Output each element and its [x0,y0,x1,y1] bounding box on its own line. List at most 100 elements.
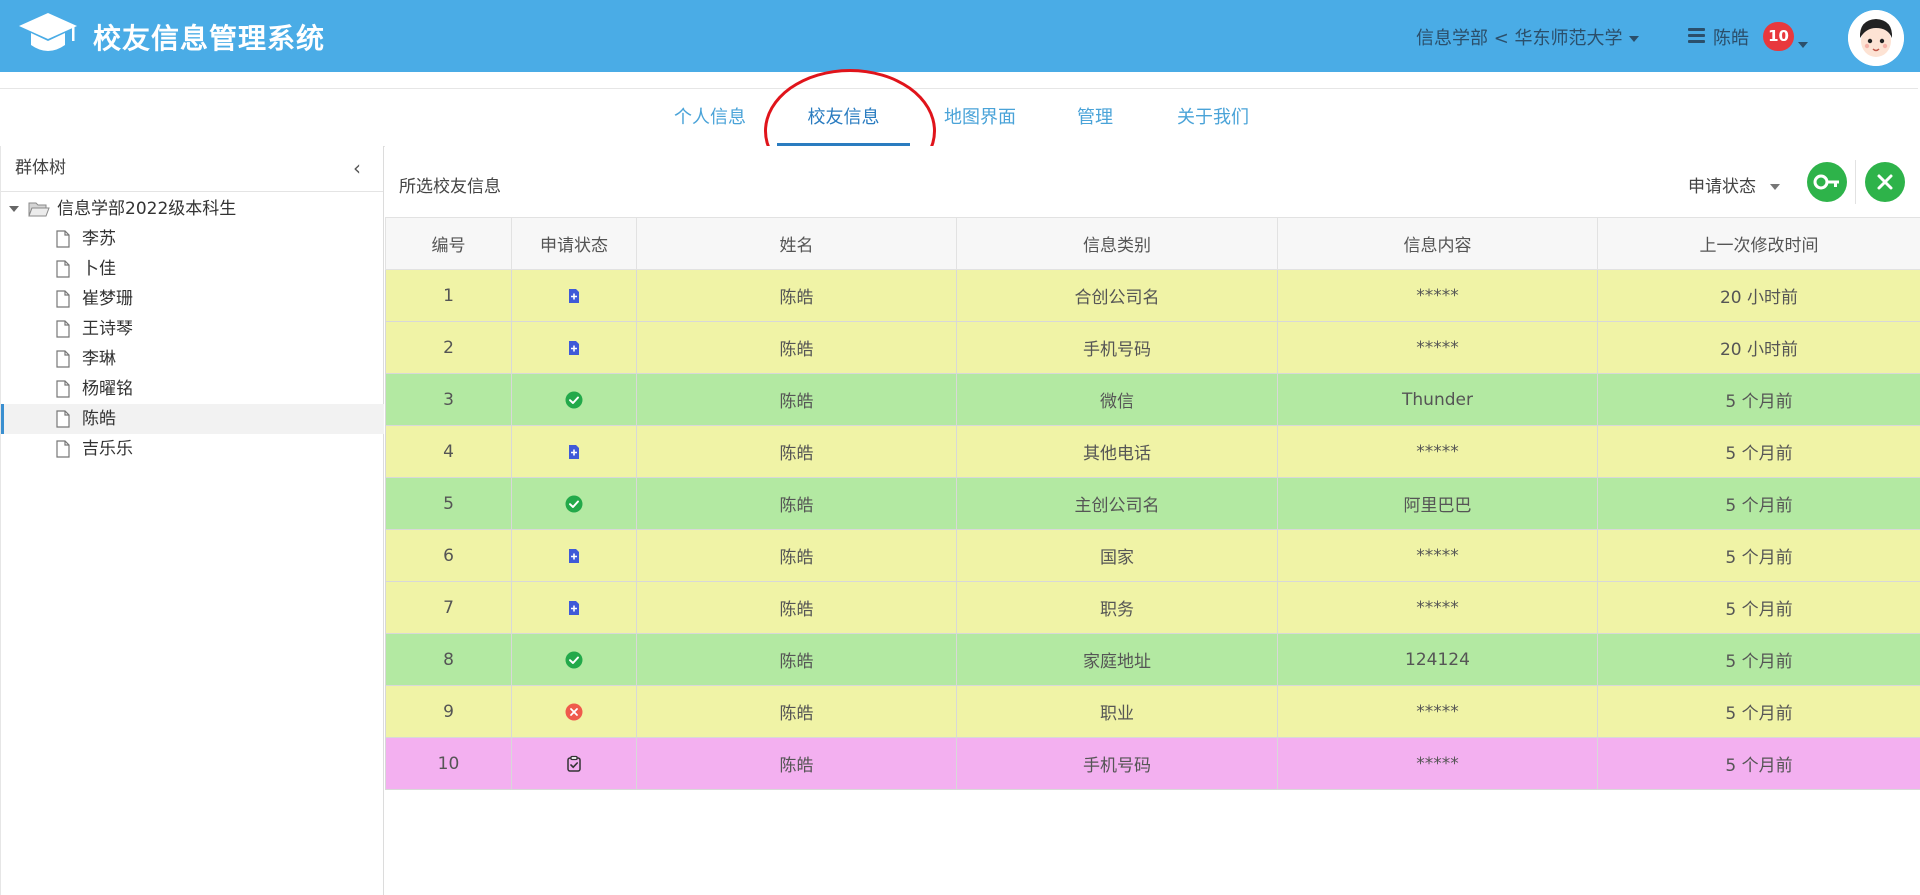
folder-open-icon [28,202,50,217]
cell-id: 3 [385,373,512,426]
cell-category: 国家 [956,529,1278,582]
chevron-down-icon [1770,184,1780,190]
column-header-category[interactable]: 信息类别 [956,217,1278,270]
check-circle-icon [565,651,583,668]
cell-category: 家庭地址 [956,633,1278,686]
cell-status [511,477,637,530]
column-header-status[interactable]: 申请状态 [511,217,637,270]
cell-name: 陈皓 [636,321,957,374]
cell-content: ***** [1277,685,1598,738]
cell-content: ***** [1277,269,1598,322]
column-header-name[interactable]: 姓名 [636,217,957,270]
pending-file-icon [569,600,579,615]
tab-map[interactable]: 地图界面 [942,89,1018,146]
close-icon [1877,174,1893,190]
cell-id: 5 [385,477,512,530]
cell-category: 其他电话 [956,425,1278,478]
app-title: 校友信息管理系统 [93,22,326,55]
document-icon [56,320,70,338]
table-row[interactable]: 6 陈皓 国家 ***** 5 个月前 [385,529,1920,582]
tree-root-node[interactable]: 信息学部2022级本科生 [1,194,384,224]
cell-content: ***** [1277,737,1598,790]
sidebar-title: 群体树 [15,158,66,178]
cell-id: 1 [385,269,512,322]
tab-alumni-info[interactable]: 校友信息 [777,89,910,146]
tree-item[interactable]: 王诗琴 [1,314,384,344]
menu-icon[interactable] [1688,28,1705,44]
cell-category: 手机号码 [956,321,1278,374]
cell-status [511,269,637,322]
cell-name: 陈皓 [636,425,957,478]
table-row[interactable]: 2 陈皓 手机号码 ***** 20 小时前 [385,321,1920,374]
key-icon [1813,174,1839,190]
cell-content: 阿里巴巴 [1277,477,1598,530]
status-filter-label: 申请状态 [1688,177,1756,197]
tree-item[interactable]: 崔梦珊 [1,284,384,314]
cell-status [511,633,637,686]
check-circle-icon [565,495,583,512]
cell-name: 陈皓 [636,581,957,634]
cell-category: 手机号码 [956,737,1278,790]
user-menu-toggle[interactable] [1798,34,1808,53]
tab-personal-info[interactable]: 个人信息 [672,89,748,146]
document-icon [56,260,70,278]
key-button[interactable] [1807,162,1847,202]
column-header-id[interactable]: 编号 [385,217,512,270]
cell-content: ***** [1277,321,1598,374]
tree-item-label: 杨曜铭 [82,379,133,399]
cell-status [511,529,637,582]
cell-status [511,373,637,426]
alumni-info-table: 编号 申请状态 姓名 信息类别 信息内容 上一次修改时间 1 陈皓 合创公司名 … [385,217,1920,790]
column-header-modified[interactable]: 上一次修改时间 [1597,217,1920,270]
table-row[interactable]: 1 陈皓 合创公司名 ***** 20 小时前 [385,269,1920,322]
tree-item[interactable]: 杨曜铭 [1,374,384,404]
collapse-chevron-icon[interactable]: ‹ [353,146,361,191]
tree-item-label: 崔梦珊 [82,289,133,309]
table-row[interactable]: 8 陈皓 家庭地址 124124 5 个月前 [385,633,1920,686]
table-row[interactable]: 4 陈皓 其他电话 ***** 5 个月前 [385,425,1920,478]
cell-category: 合创公司名 [956,269,1278,322]
cell-name: 陈皓 [636,373,957,426]
avatar-face-icon [1848,10,1904,66]
column-header-content[interactable]: 信息内容 [1277,217,1598,270]
expand-arrow-icon[interactable] [9,206,19,212]
tree-item-label: 陈皓 [82,409,116,429]
cell-name: 陈皓 [636,685,957,738]
tab-admin[interactable]: 管理 [1076,89,1114,146]
cell-category: 微信 [956,373,1278,426]
sidebar-header: 群体树 ‹ [1,146,383,192]
tree-item[interactable]: 李琳 [1,344,384,374]
organization-dropdown[interactable]: 信息学部 < 华东师范大学 [1416,24,1639,50]
cell-content: 124124 [1277,633,1598,686]
cell-modified: 5 个月前 [1597,373,1920,426]
user-name[interactable]: 陈皓 [1713,24,1749,50]
table-row[interactable]: 10 陈皓 手机号码 ***** 5 个月前 [385,737,1920,790]
cell-name: 陈皓 [636,477,957,530]
close-button[interactable] [1865,162,1905,202]
app-header: 校友信息管理系统 信息学部 < 华东师范大学 陈皓 10 [0,0,1920,72]
cell-name: 陈皓 [636,633,957,686]
tab-about[interactable]: 关于我们 [1175,89,1251,146]
cell-id: 2 [385,321,512,374]
table-row[interactable]: 9 陈皓 职业 ***** 5 个月前 [385,685,1920,738]
status-filter-dropdown[interactable]: 申请状态 [1688,172,1780,197]
cell-name: 陈皓 [636,737,957,790]
cell-category: 职业 [956,685,1278,738]
tree-item[interactable]: 卜佳 [1,254,384,284]
organization-label: 信息学部 < 华东师范大学 [1416,28,1623,49]
clipboard-check-icon [567,755,581,772]
tree-item[interactable]: 李苏 [1,224,384,254]
tree-item[interactable]: 吉乐乐 [1,434,384,464]
table-row[interactable]: 7 陈皓 职务 ***** 5 个月前 [385,581,1920,634]
notification-badge[interactable]: 10 [1763,22,1794,51]
chevron-down-icon [1798,41,1808,48]
avatar[interactable] [1848,10,1904,66]
cell-name: 陈皓 [636,269,957,322]
table-row[interactable]: 3 陈皓 微信 Thunder 5 个月前 [385,373,1920,426]
tree-item-label: 吉乐乐 [82,439,133,459]
tree-item-selected[interactable]: 陈皓 [1,404,384,434]
table-row[interactable]: 5 陈皓 主创公司名 阿里巴巴 5 个月前 [385,477,1920,530]
document-icon [56,380,70,398]
document-icon [56,410,70,428]
cell-id: 9 [385,685,512,738]
